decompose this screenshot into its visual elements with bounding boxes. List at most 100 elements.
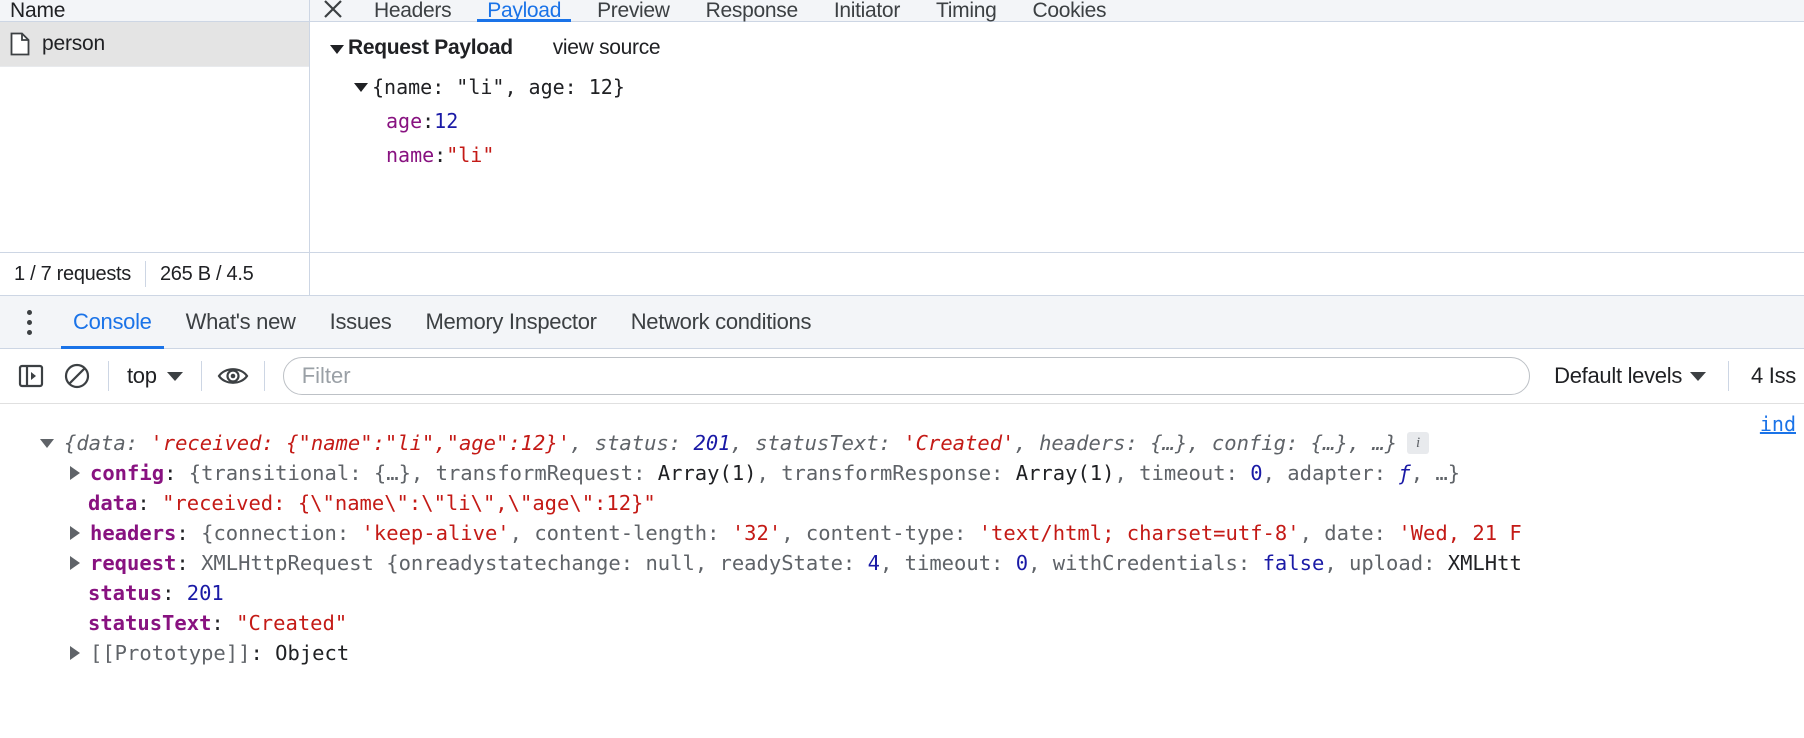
console-token: { <box>188 461 202 485</box>
console-filter-input[interactable] <box>282 357 1531 395</box>
console-token: 201 <box>186 581 224 605</box>
console-token: { <box>64 431 77 455</box>
tab-console[interactable]: Console <box>56 296 169 349</box>
transfer-size: 265 B / 4.5 <box>159 262 254 285</box>
console-token: timeout <box>1139 461 1226 485</box>
console-root-content: {data: 'received: {"name":"li","age":12}… <box>64 428 1397 458</box>
tab-initiator[interactable]: Initiator <box>816 0 918 21</box>
console-token: , <box>694 551 720 575</box>
console-token: { <box>201 521 214 545</box>
tab-headers[interactable]: Headers <box>356 0 469 21</box>
console-property-row[interactable]: request: XMLHttpRequest {onreadystatecha… <box>0 548 1804 578</box>
request-row-person[interactable]: person <box>0 22 309 67</box>
console-token: …} <box>1372 431 1398 455</box>
console-token: : <box>162 581 187 605</box>
tab-memory-inspector[interactable]: Memory Inspector <box>408 296 613 349</box>
console-token: timeout <box>904 551 992 575</box>
requests-count: 1 / 7 requests <box>14 262 131 285</box>
console-log-levels-selector[interactable]: Default levels <box>1540 363 1720 389</box>
console-token: : <box>1125 431 1151 455</box>
devtools-window: Name person Headers Payload Preview Resp… <box>0 0 1804 738</box>
console-token: ƒ <box>1398 461 1411 485</box>
issues-counter[interactable]: 4 Iss <box>1737 363 1796 389</box>
console-sidebar-icon[interactable] <box>8 353 54 399</box>
chevron-down-icon[interactable] <box>40 438 54 448</box>
console-property-content: headers: {connection: 'keep-alive', cont… <box>90 518 1522 548</box>
console-property-row[interactable]: [[Prototype]]: Object <box>0 638 1804 668</box>
tab-timing[interactable]: Timing <box>918 0 1014 21</box>
console-token: onreadystatechange <box>398 551 621 575</box>
console-token: , <box>1028 551 1053 575</box>
document-icon <box>10 32 30 56</box>
console-token: config <box>90 461 165 485</box>
console-token: statusText <box>88 611 212 635</box>
console-drawer: Console What's new Issues Memory Inspect… <box>0 295 1804 738</box>
network-request-list: Name person <box>0 0 310 252</box>
console-token: false <box>1262 551 1325 575</box>
console-token: "Created" <box>236 611 348 635</box>
tab-preview[interactable]: Preview <box>579 0 688 21</box>
console-token: : <box>250 641 276 665</box>
console-token: : <box>1225 461 1251 485</box>
console-token: : <box>1237 551 1263 575</box>
view-source-link[interactable]: view source <box>553 36 661 60</box>
console-token: null <box>645 551 695 575</box>
console-token: : <box>842 551 868 575</box>
tab-response[interactable]: Response <box>688 0 816 21</box>
request-row-label: person <box>42 32 106 55</box>
payload-key: age <box>386 109 423 133</box>
close-icon[interactable] <box>310 0 356 21</box>
payload-sep: : <box>434 143 447 167</box>
console-token: request <box>90 551 177 575</box>
info-badge[interactable]: i <box>1407 432 1430 454</box>
chevron-right-icon[interactable] <box>70 526 80 540</box>
console-token: 'Created' <box>903 431 1015 455</box>
payload-sep: : <box>422 109 435 133</box>
request-payload-section-header[interactable]: Request Payload view source <box>310 36 1804 70</box>
console-token: data <box>76 431 126 455</box>
console-token: '32' <box>731 521 782 545</box>
console-token: headers <box>1039 431 1126 455</box>
console-property-row[interactable]: headers: {connection: 'keep-alive', cont… <box>0 518 1804 548</box>
payload-object-summary-row[interactable]: {name: "li", age: 12} <box>310 70 1804 104</box>
request-detail-tabs: Headers Payload Preview Response Initiat… <box>310 0 1804 22</box>
tab-cookies[interactable]: Cookies <box>1014 0 1124 21</box>
chevron-right-icon[interactable] <box>70 466 80 480</box>
chevron-right-icon[interactable] <box>70 646 80 660</box>
console-token: : <box>620 551 646 575</box>
console-token: : <box>991 551 1016 575</box>
console-token: status <box>594 431 669 455</box>
source-location-link[interactable]: ind <box>1760 412 1796 436</box>
tab-whats-new[interactable]: What's new <box>169 296 313 349</box>
request-detail-pane: Headers Payload Preview Response Initiat… <box>310 0 1804 252</box>
console-property-row[interactable]: config: {transitional: {…}, transformReq… <box>0 458 1804 488</box>
clear-console-icon[interactable] <box>54 353 100 399</box>
console-property-content: [[Prototype]]: Object <box>90 638 349 668</box>
chevron-right-icon[interactable] <box>70 556 80 570</box>
kebab-menu-icon[interactable] <box>14 307 44 337</box>
console-token: {…} <box>1310 431 1348 455</box>
console-message-root[interactable]: {data: 'received: {"name":"li","age":12}… <box>0 428 1804 458</box>
console-token: {…} <box>1150 431 1188 455</box>
chevron-down-icon[interactable] <box>354 82 368 92</box>
console-children-list: config: {transitional: {…}, transformReq… <box>0 458 1804 668</box>
console-token: [[Prototype]] <box>90 641 251 665</box>
tab-issues[interactable]: Issues <box>313 296 409 349</box>
network-panel: Name person Headers Payload Preview Resp… <box>0 0 1804 296</box>
console-property-content: data: "received: {\"name\":\"li\",\"age\… <box>88 488 656 518</box>
console-token: status <box>88 581 163 605</box>
live-expression-eye-icon[interactable] <box>210 353 256 399</box>
console-token: 'text/html; charset=utf-8' <box>978 521 1300 545</box>
console-toolbar: top Default levels 4 Iss <box>0 349 1804 404</box>
console-token: : <box>707 521 732 545</box>
execution-context-selector[interactable]: top <box>117 363 193 389</box>
console-token: content-length <box>534 521 708 545</box>
chevron-down-icon[interactable] <box>330 45 344 54</box>
payload-key: name <box>386 143 435 167</box>
console-property-content: status: 201 <box>88 578 224 608</box>
console-output: ind {data: 'received: {"name":"li","age"… <box>0 404 1804 738</box>
drawer-tab-strip: Console What's new Issues Memory Inspect… <box>0 296 1804 349</box>
chevron-down-icon <box>166 371 183 381</box>
tab-payload[interactable]: Payload <box>469 0 579 22</box>
tab-network-conditions[interactable]: Network conditions <box>614 296 828 349</box>
